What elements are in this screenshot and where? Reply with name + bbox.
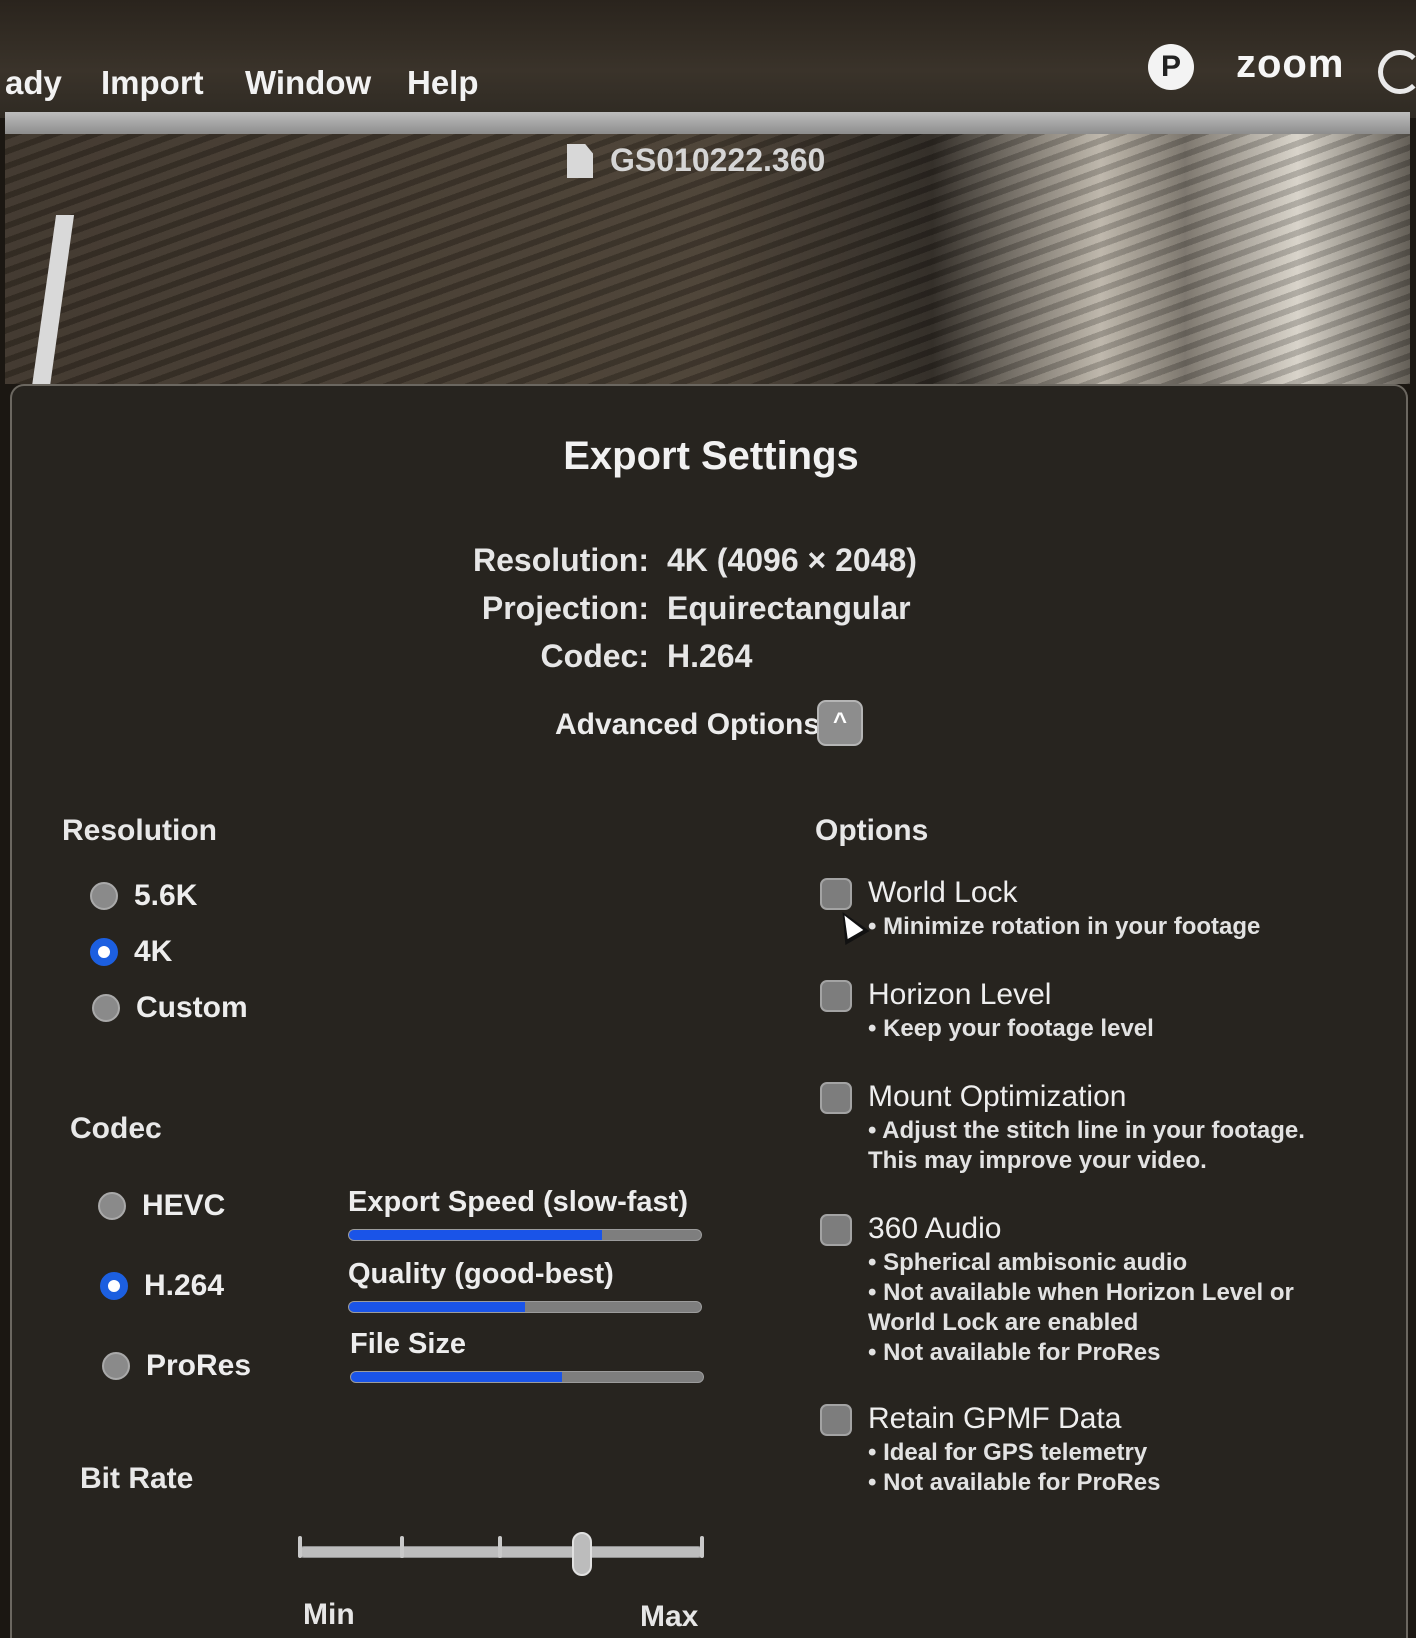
meter-track: [348, 1229, 702, 1241]
bit-rate-tick: [400, 1536, 404, 1558]
menu-bar-divider: [5, 112, 1410, 134]
option-description-line: World Lock are enabled: [868, 1309, 1139, 1336]
option-description: • Ideal for GPS telemetry • Not availabl…: [868, 1438, 1161, 1498]
menu-help[interactable]: Help: [407, 64, 479, 102]
option-description: • Keep your footage level: [868, 1014, 1154, 1044]
radio-button[interactable]: [90, 882, 118, 910]
option-description: • Adjust the stitch line in your footage…: [868, 1116, 1305, 1176]
radio-label: ProRes: [146, 1349, 252, 1382]
advanced-options-toggle-button[interactable]: ^: [817, 700, 863, 746]
menu-window[interactable]: Window: [245, 64, 371, 102]
bit-rate-max-label: Max: [640, 1600, 699, 1633]
meter-label: Quality (good-best): [348, 1258, 614, 1290]
horizon-level-checkbox[interactable]: [820, 980, 852, 1012]
option-description: • Spherical ambisonic audio • Not availa…: [868, 1248, 1294, 1368]
bit-rate-min-label: Min: [303, 1598, 355, 1631]
status-p-icon[interactable]: P: [1148, 44, 1194, 90]
radio-button-selected[interactable]: [90, 938, 118, 966]
meter-fill: [349, 1230, 603, 1240]
bit-rate-tick: [498, 1536, 502, 1558]
meter-label: File Size: [350, 1328, 467, 1360]
summary-projection-label: Projection:: [481, 590, 649, 626]
resolution-option-5-6k[interactable]: 5.6K: [90, 876, 197, 916]
mount-optimization-checkbox[interactable]: [820, 1082, 852, 1114]
menu-bar: ady Import Window Help P zoom: [0, 0, 1416, 118]
resolution-heading: Resolution: [62, 814, 217, 847]
option-description-line: • Spherical ambisonic audio: [868, 1249, 1188, 1276]
meter-fill: [349, 1302, 525, 1312]
resolution-option-4k[interactable]: 4K: [90, 932, 172, 972]
file-size-meter: File Size: [350, 1328, 704, 1383]
option-title: Mount Optimization: [868, 1080, 1127, 1113]
radio-button-selected[interactable]: [100, 1272, 128, 1300]
summary-codec-value: H.264: [667, 638, 753, 674]
chevron-up-icon: ^: [832, 708, 847, 735]
codec-option-h264[interactable]: H.264: [100, 1266, 224, 1306]
radio-button[interactable]: [102, 1352, 130, 1380]
creative-cloud-icon[interactable]: [1378, 50, 1416, 94]
advanced-options-label: Advanced Options: [555, 708, 821, 741]
meter-track: [350, 1371, 704, 1383]
zoom-status-icon[interactable]: zoom: [1236, 42, 1344, 87]
option-description-line: • Not available for ProRes: [868, 1469, 1161, 1496]
radio-button[interactable]: [98, 1192, 126, 1220]
codec-option-hevc[interactable]: HEVC: [98, 1186, 225, 1226]
menu-ready[interactable]: ady: [5, 64, 62, 102]
options-heading: Options: [815, 814, 929, 847]
dialog-title: Export Settings: [563, 434, 859, 478]
meter-fill: [351, 1372, 563, 1382]
summary-resolution-value: 4K (4096 × 2048): [667, 542, 917, 578]
document-icon: [567, 144, 593, 178]
export-speed-meter: Export Speed (slow-fast): [348, 1186, 702, 1241]
option-description-line: • Adjust the stitch line in your footage…: [868, 1117, 1305, 1144]
radio-label: HEVC: [142, 1189, 226, 1222]
radio-label: Custom: [136, 991, 248, 1024]
resolution-option-custom[interactable]: Custom: [92, 988, 248, 1028]
bit-rate-tick: [700, 1536, 704, 1558]
meter-label: Export Speed (slow-fast): [348, 1186, 688, 1218]
world-lock-checkbox[interactable]: [820, 878, 852, 910]
radio-label: 5.6K: [134, 879, 198, 912]
quality-meter: Quality (good-best): [348, 1258, 702, 1313]
retain-gpmf-checkbox[interactable]: [820, 1404, 852, 1436]
file-title: GS010222.360: [610, 142, 826, 178]
option-title: Horizon Level: [868, 978, 1052, 1011]
option-description-line: This may improve your video.: [868, 1147, 1207, 1174]
option-title: Retain GPMF Data: [868, 1402, 1122, 1435]
radio-label: H.264: [144, 1269, 225, 1302]
bit-rate-tick: [298, 1536, 302, 1558]
option-description: • Minimize rotation in your footage: [868, 912, 1260, 942]
bit-rate-slider-thumb[interactable]: [572, 1532, 593, 1576]
codec-heading: Codec: [70, 1112, 162, 1145]
summary-resolution-label: Resolution:: [473, 542, 649, 578]
option-description-line: • Not available when Horizon Level or: [868, 1279, 1294, 1306]
radio-button[interactable]: [92, 994, 120, 1022]
summary-projection-value: Equirectangular: [667, 590, 911, 626]
meter-track: [348, 1301, 702, 1313]
bit-rate-heading: Bit Rate: [80, 1462, 194, 1495]
export-settings-dialog: Export Settings Resolution: 4K (4096 × 2…: [10, 384, 1408, 1638]
option-title: World Lock: [868, 876, 1018, 909]
option-title: 360 Audio: [868, 1212, 1002, 1245]
summary-codec-label: Codec:: [540, 638, 649, 674]
menu-import[interactable]: Import: [101, 64, 204, 102]
option-description-line: • Not available for ProRes: [868, 1339, 1161, 1366]
radio-label: 4K: [134, 935, 173, 968]
option-description-line: • Ideal for GPS telemetry: [868, 1439, 1148, 1466]
360-audio-checkbox[interactable]: [820, 1214, 852, 1246]
option-description-line: • Minimize rotation in your footage: [868, 913, 1261, 940]
option-description-line: • Keep your footage level: [868, 1015, 1154, 1042]
codec-option-prores[interactable]: ProRes: [102, 1346, 251, 1386]
